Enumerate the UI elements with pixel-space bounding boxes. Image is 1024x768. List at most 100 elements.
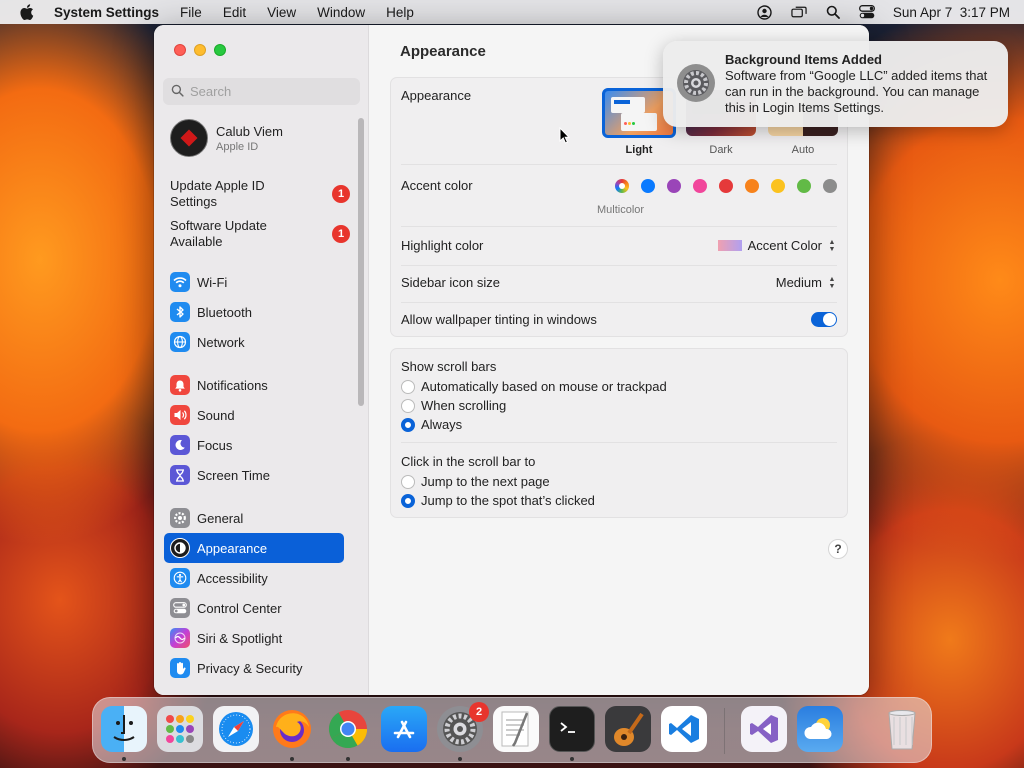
highlight-color-row: Highlight color Accent Color ▲ ▼ bbox=[401, 238, 837, 253]
sidebar-item-notifications[interactable]: Notifications bbox=[164, 372, 344, 398]
software-update-item[interactable]: Software Update Available 1 bbox=[170, 218, 350, 250]
radio-label: When scrolling bbox=[421, 398, 507, 413]
menu-view[interactable]: View bbox=[267, 5, 296, 20]
page-title: Appearance bbox=[400, 43, 486, 60]
scroll-option-when-scrolling[interactable]: When scrolling bbox=[401, 398, 506, 413]
app-store-icon[interactable] bbox=[381, 706, 427, 752]
sidebar-item-siri-spotlight[interactable]: Siri & Spotlight bbox=[164, 625, 344, 651]
sidebar-icon-size-popup[interactable]: Medium ▲ ▼ bbox=[776, 275, 837, 290]
background-items-notification[interactable]: Background Items Added Software from “Go… bbox=[663, 41, 1008, 127]
sidebar-search[interactable] bbox=[163, 78, 360, 105]
running-indicator bbox=[458, 757, 462, 761]
sidebar-item-accessibility[interactable]: Accessibility bbox=[164, 565, 344, 591]
sidebar-scrollbar[interactable] bbox=[358, 118, 364, 406]
profile-subtitle: Apple ID bbox=[216, 140, 259, 153]
appearance-light-label: Light bbox=[625, 144, 653, 156]
highlight-color-popup[interactable]: Accent Color ▲ ▼ bbox=[717, 238, 837, 253]
sidebar-item-screen-time[interactable]: Screen Time bbox=[164, 462, 344, 488]
sidebar-item-privacy-security[interactable]: Privacy & Security bbox=[164, 655, 344, 681]
trash-icon[interactable] bbox=[879, 706, 925, 752]
zoom-window-button[interactable] bbox=[214, 44, 226, 56]
apple-menu-icon[interactable] bbox=[20, 4, 34, 20]
highlight-swatch bbox=[717, 240, 742, 251]
user-account-icon[interactable] bbox=[757, 4, 773, 20]
accent-green-swatch[interactable] bbox=[797, 178, 811, 193]
sidebar-item-control-center[interactable]: Control Center bbox=[164, 595, 344, 621]
appearance-label: Appearance bbox=[401, 88, 472, 103]
accent-orange-swatch[interactable] bbox=[745, 178, 759, 193]
terminal-icon[interactable] bbox=[549, 706, 595, 752]
appearance-dark-label: Dark bbox=[709, 144, 733, 156]
click-option-next-page[interactable]: Jump to the next page bbox=[401, 474, 550, 489]
scroll-option-always[interactable]: Always bbox=[401, 417, 462, 432]
siri-icon bbox=[170, 628, 190, 648]
accent-purple-swatch[interactable] bbox=[667, 178, 681, 193]
menu-edit[interactable]: Edit bbox=[223, 5, 246, 20]
update-badge: 1 bbox=[332, 225, 350, 243]
garageband-icon[interactable] bbox=[605, 706, 651, 752]
system-settings-icon[interactable]: 2 bbox=[437, 702, 489, 752]
accent-pink-swatch[interactable] bbox=[693, 178, 707, 193]
accent-red-swatch[interactable] bbox=[719, 178, 733, 193]
screen-mirroring-icon[interactable] bbox=[791, 5, 807, 19]
accent-blue-swatch[interactable] bbox=[641, 178, 655, 193]
update-apple-id-item[interactable]: Update Apple ID Settings 1 bbox=[170, 178, 350, 210]
weather-icon[interactable] bbox=[797, 706, 843, 752]
hand-icon bbox=[170, 658, 190, 678]
accent-yellow-swatch[interactable] bbox=[771, 178, 785, 193]
radio-button[interactable] bbox=[401, 379, 415, 394]
minimize-window-button[interactable] bbox=[194, 44, 206, 56]
notification-title: Background Items Added bbox=[725, 52, 882, 67]
sidebar-item-network[interactable]: Network bbox=[164, 329, 344, 355]
safari-icon[interactable] bbox=[213, 706, 259, 752]
accent-graphite-swatch[interactable] bbox=[823, 178, 837, 193]
apple-id-profile[interactable]: Calub Viem Apple ID bbox=[170, 119, 283, 157]
sidebar-icon-size-label: Sidebar icon size bbox=[401, 275, 500, 290]
launchpad-icon[interactable] bbox=[157, 706, 203, 752]
sidebar-item-appearance[interactable]: Appearance bbox=[164, 533, 344, 563]
divider bbox=[401, 226, 837, 227]
help-button[interactable]: ? bbox=[828, 539, 848, 559]
menu-bar: System Settings File Edit View Window He… bbox=[0, 0, 1024, 24]
finder-icon[interactable] bbox=[101, 706, 147, 752]
sidebar-item-sound[interactable]: Sound bbox=[164, 402, 344, 428]
menu-app-name[interactable]: System Settings bbox=[54, 5, 159, 20]
search-input[interactable] bbox=[190, 84, 350, 99]
close-window-button[interactable] bbox=[174, 44, 186, 56]
system-settings-icon bbox=[677, 64, 715, 102]
radio-button-selected[interactable] bbox=[401, 493, 415, 508]
control-center-icon[interactable] bbox=[858, 5, 875, 19]
menu-window[interactable]: Window bbox=[317, 5, 365, 20]
textedit-icon[interactable] bbox=[493, 706, 539, 752]
sidebar-item-label: Sound bbox=[197, 407, 235, 423]
menu-clock[interactable]: Sun Apr 7 3:17 PM bbox=[893, 5, 1010, 20]
firefox-icon[interactable] bbox=[269, 706, 315, 752]
radio-button[interactable] bbox=[401, 398, 415, 413]
sidebar-item-focus[interactable]: Focus bbox=[164, 432, 344, 458]
accent-multicolor-swatch[interactable] bbox=[615, 178, 629, 193]
vscode-icon[interactable] bbox=[661, 706, 707, 752]
sidebar-item-wifi[interactable]: Wi-Fi bbox=[164, 269, 344, 295]
menu-file[interactable]: File bbox=[180, 5, 202, 20]
menu-help[interactable]: Help bbox=[386, 5, 414, 20]
radio-button[interactable] bbox=[401, 474, 415, 489]
sidebar-item-general[interactable]: General bbox=[164, 505, 344, 531]
divider bbox=[401, 442, 837, 443]
chrome-icon[interactable] bbox=[325, 706, 371, 752]
scroll-bar-settings-group: Show scroll bars Automatically based on … bbox=[390, 348, 848, 518]
visual-studio-icon[interactable] bbox=[741, 706, 787, 752]
accent-color-swatches bbox=[603, 178, 837, 193]
accent-color-row: Accent color bbox=[401, 178, 837, 193]
sidebar-item-bluetooth[interactable]: Bluetooth bbox=[164, 299, 344, 325]
radio-button-selected[interactable] bbox=[401, 417, 415, 432]
click-option-spot-clicked[interactable]: Jump to the spot that’s clicked bbox=[401, 493, 595, 508]
accessibility-icon bbox=[170, 568, 190, 588]
app-badge: 2 bbox=[469, 702, 489, 722]
wallpaper-tinting-toggle[interactable] bbox=[811, 312, 837, 327]
profile-name: Calub Viem bbox=[216, 123, 283, 139]
sidebar-item-label: General bbox=[197, 510, 244, 526]
spotlight-search-icon[interactable] bbox=[825, 5, 841, 19]
scroll-option-automatic[interactable]: Automatically based on mouse or trackpad bbox=[401, 379, 667, 394]
divider bbox=[401, 302, 837, 303]
radio-label: Automatically based on mouse or trackpad bbox=[421, 379, 667, 394]
